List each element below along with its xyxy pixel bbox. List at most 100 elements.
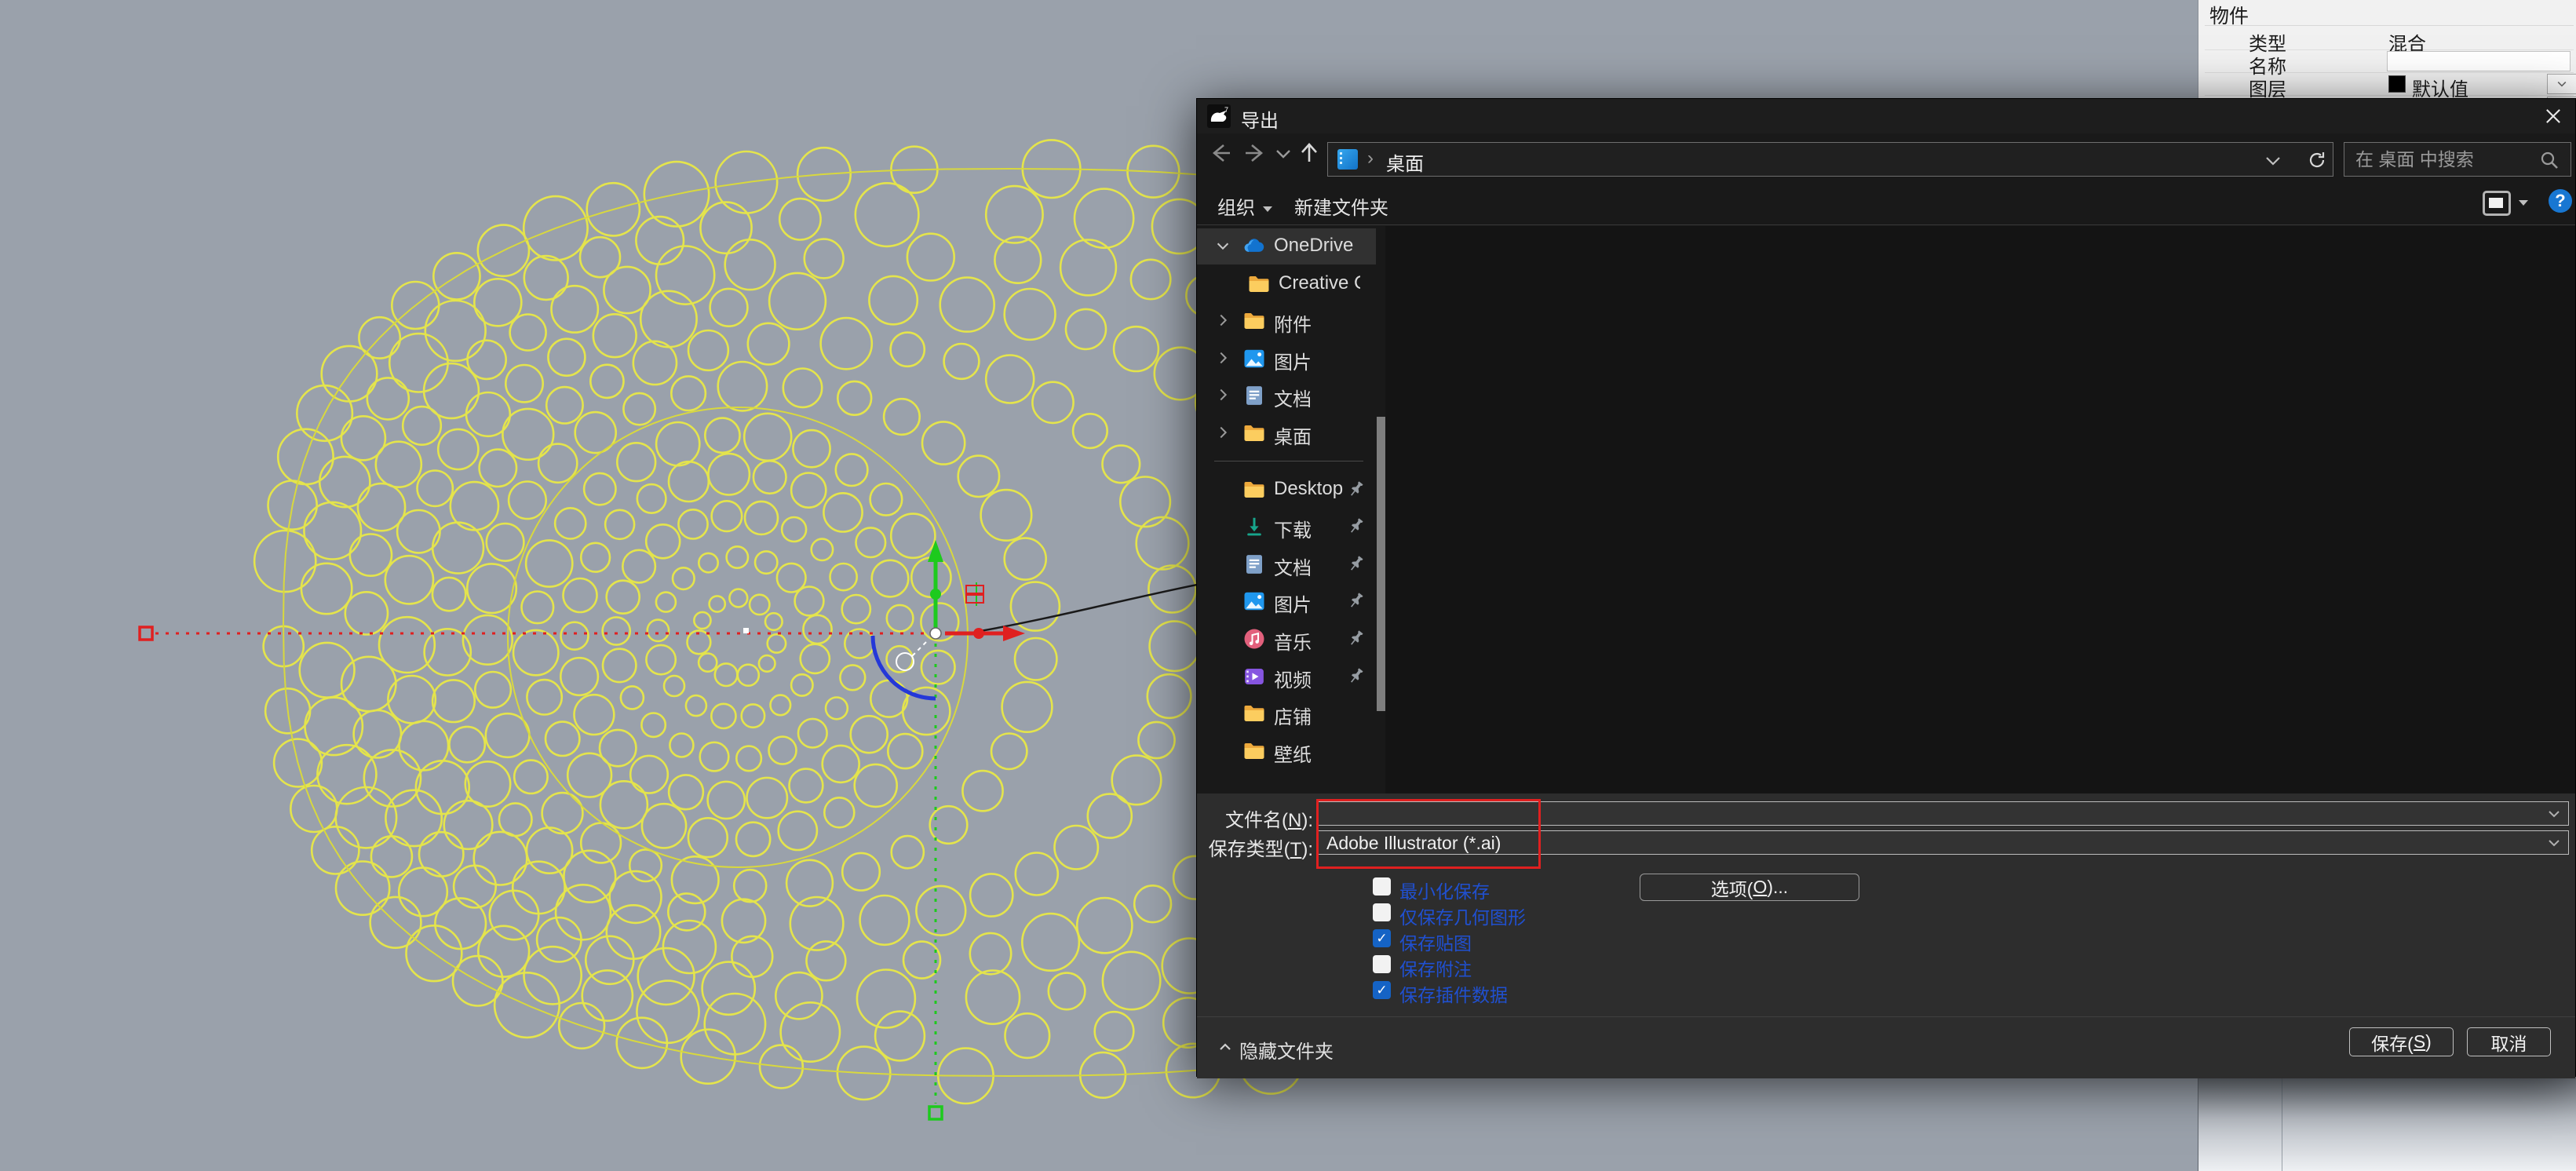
chevron-right-icon[interactable]: [1214, 424, 1231, 441]
view-mode-icon[interactable]: [2483, 191, 2511, 216]
sidebar-item-label: 视频: [1274, 665, 1356, 692]
checkbox-label[interactable]: 保存附注: [1399, 954, 1472, 981]
gumball-y-scale-handle[interactable]: [929, 1107, 942, 1119]
forward-icon[interactable]: [1242, 140, 1269, 166]
checkbox-label[interactable]: 最小化保存: [1399, 877, 1490, 903]
sidebar-item-OneDrive - Per[interactable]: OneDrive - Per: [1197, 228, 1376, 264]
gumball-y-dot[interactable]: [930, 589, 941, 600]
pin-icon[interactable]: [1346, 516, 1366, 536]
gumball-x-dot[interactable]: [973, 628, 984, 639]
breadcrumb-separator: ›: [1367, 148, 1374, 170]
file-list-area[interactable]: [1385, 226, 2575, 793]
refresh-icon[interactable]: [2306, 149, 2328, 171]
close-icon[interactable]: [2542, 105, 2564, 127]
dropdown-button[interactable]: [2547, 74, 2576, 94]
sidebar-item-附件[interactable]: 附件: [1197, 303, 1376, 339]
checkbox-checked[interactable]: ✓: [1373, 929, 1391, 947]
cancel-button[interactable]: 取消: [2467, 1027, 2551, 1056]
checkbox-checked[interactable]: ✓: [1373, 981, 1391, 999]
savetype-combo[interactable]: Adobe Illustrator (*.ai): [1318, 830, 2569, 855]
sidebar-item-label: OneDrive - Per: [1274, 235, 1356, 257]
save-options-panel: 文件名(N): 保存类型(T): Adobe Illustrator (*.ai…: [1197, 793, 2575, 1016]
checkbox-label[interactable]: 保存插件数据: [1399, 980, 1508, 1007]
checkbox-label[interactable]: 仅保存几何图形: [1399, 903, 1526, 929]
sidebar-item-Creative Clou[interactable]: Creative Clou: [1197, 266, 1376, 302]
onedrive-icon: [1242, 235, 1266, 258]
sidebar-item-label: 下载: [1274, 515, 1356, 542]
address-bar[interactable]: › 桌面: [1327, 142, 2333, 177]
sidebar-item-店铺[interactable]: 店铺: [1197, 695, 1376, 731]
pin-icon[interactable]: [1346, 553, 1366, 574]
gumball-rotate-arc[interactable]: [873, 636, 936, 699]
sidebar-item-图片[interactable]: 图片: [1197, 583, 1376, 619]
folder-icon: [1247, 272, 1271, 296]
sidebar-item-壁纸[interactable]: 壁纸: [1197, 733, 1376, 769]
sidebar-item-桌面[interactable]: 桌面: [1197, 415, 1376, 451]
pictures-icon: [1242, 589, 1266, 613]
checkbox-unchecked[interactable]: [1373, 955, 1391, 973]
filename-input[interactable]: [1325, 803, 2453, 825]
help-button[interactable]: ?: [2549, 189, 2572, 213]
checkbox-unchecked[interactable]: [1373, 903, 1391, 921]
view-mode-dropdown-icon[interactable]: [2519, 200, 2528, 206]
pin-icon[interactable]: [1346, 590, 1366, 611]
checkbox-label[interactable]: 保存贴图: [1399, 928, 1472, 955]
dialog-toolbar: 组织 新建文件夹 ?: [1197, 183, 2575, 225]
hide-folders-button[interactable]: 隐藏文件夹: [1219, 1036, 1334, 1063]
address-dropdown-chevron-icon[interactable]: [2262, 149, 2284, 171]
checkbox-unchecked[interactable]: [1373, 877, 1391, 896]
gumball-center[interactable]: [930, 628, 941, 639]
savetype-label: 保存类型(T):: [1188, 834, 1313, 861]
dialog-titlebar[interactable]: 7 导出: [1197, 99, 2575, 133]
documents-icon: [1242, 553, 1266, 576]
filename-label: 文件名(N):: [1188, 804, 1313, 832]
sidebar-item-Desktop[interactable]: Desktop: [1197, 472, 1376, 508]
sidebar-item-音乐[interactable]: 音乐: [1197, 621, 1376, 657]
back-icon[interactable]: [1206, 140, 1233, 166]
export-dialog: 7 导出 › 桌面: [1196, 98, 2576, 1077]
pattern-center-point: [743, 628, 749, 633]
pin-icon[interactable]: [1346, 666, 1366, 686]
pin-icon[interactable]: [1346, 628, 1366, 648]
sidebar-item-下载[interactable]: 下载: [1197, 509, 1376, 545]
gumball-extrude-handle[interactable]: [966, 582, 983, 606]
name-input[interactable]: [2387, 51, 2571, 71]
gumball-x-scale-handle[interactable]: [140, 627, 152, 640]
savetype-dropdown-chevron-icon[interactable]: [2546, 835, 2562, 851]
sidebar-item-视频[interactable]: 视频: [1197, 658, 1376, 695]
sidebar-item-图片[interactable]: 图片: [1197, 341, 1376, 377]
breadcrumb-location[interactable]: 桌面: [1386, 148, 1424, 176]
sidebar-scrollbar[interactable]: [1377, 417, 1385, 711]
save-button[interactable]: 保存(S): [2349, 1027, 2454, 1056]
search-input[interactable]: [2354, 146, 2530, 173]
pin-icon[interactable]: [1346, 479, 1366, 499]
sidebar-item-文档[interactable]: 文档: [1197, 378, 1376, 414]
savetype-value: Adobe Illustrator (*.ai): [1326, 833, 1501, 854]
organize-button[interactable]: 组织: [1217, 192, 1272, 220]
options-button[interactable]: 选项(O)...: [1640, 874, 1859, 901]
up-icon[interactable]: [1296, 140, 1323, 166]
recent-locations-chevron-icon[interactable]: [1274, 140, 1293, 166]
curve-black[interactable]: [980, 584, 1201, 631]
property-row-类型: 类型混合: [2205, 27, 2574, 50]
dialog-footer: 隐藏文件夹 保存(S) 取消: [1197, 1016, 2575, 1078]
folder-icon: [1242, 421, 1266, 445]
chevron-right-icon[interactable]: [1214, 312, 1231, 329]
svg-text:7: 7: [1224, 106, 1228, 114]
sidebar-item-文档[interactable]: 文档: [1197, 546, 1376, 582]
properties-panel: 物件 类型混合名称图层默认值显示颜色以图层: [2198, 0, 2576, 104]
sidebar-item-label: 图片: [1274, 347, 1356, 374]
gumball[interactable]: [140, 540, 1201, 1119]
chevron-down-icon[interactable]: [1214, 237, 1231, 254]
filename-field[interactable]: [1318, 801, 2569, 826]
pictures-icon: [1242, 347, 1266, 370]
search-box[interactable]: [2344, 142, 2571, 177]
folder-icon: [1242, 478, 1266, 502]
chevron-right-icon[interactable]: [1214, 349, 1231, 367]
rhino7-app-icon: 7: [1207, 104, 1231, 128]
filename-dropdown-chevron-icon[interactable]: [2546, 806, 2562, 822]
chevron-right-icon[interactable]: [1214, 386, 1231, 403]
cursor-icon: [896, 653, 914, 670]
cursor-trail: [911, 642, 926, 657]
new-folder-button[interactable]: 新建文件夹: [1294, 192, 1388, 220]
